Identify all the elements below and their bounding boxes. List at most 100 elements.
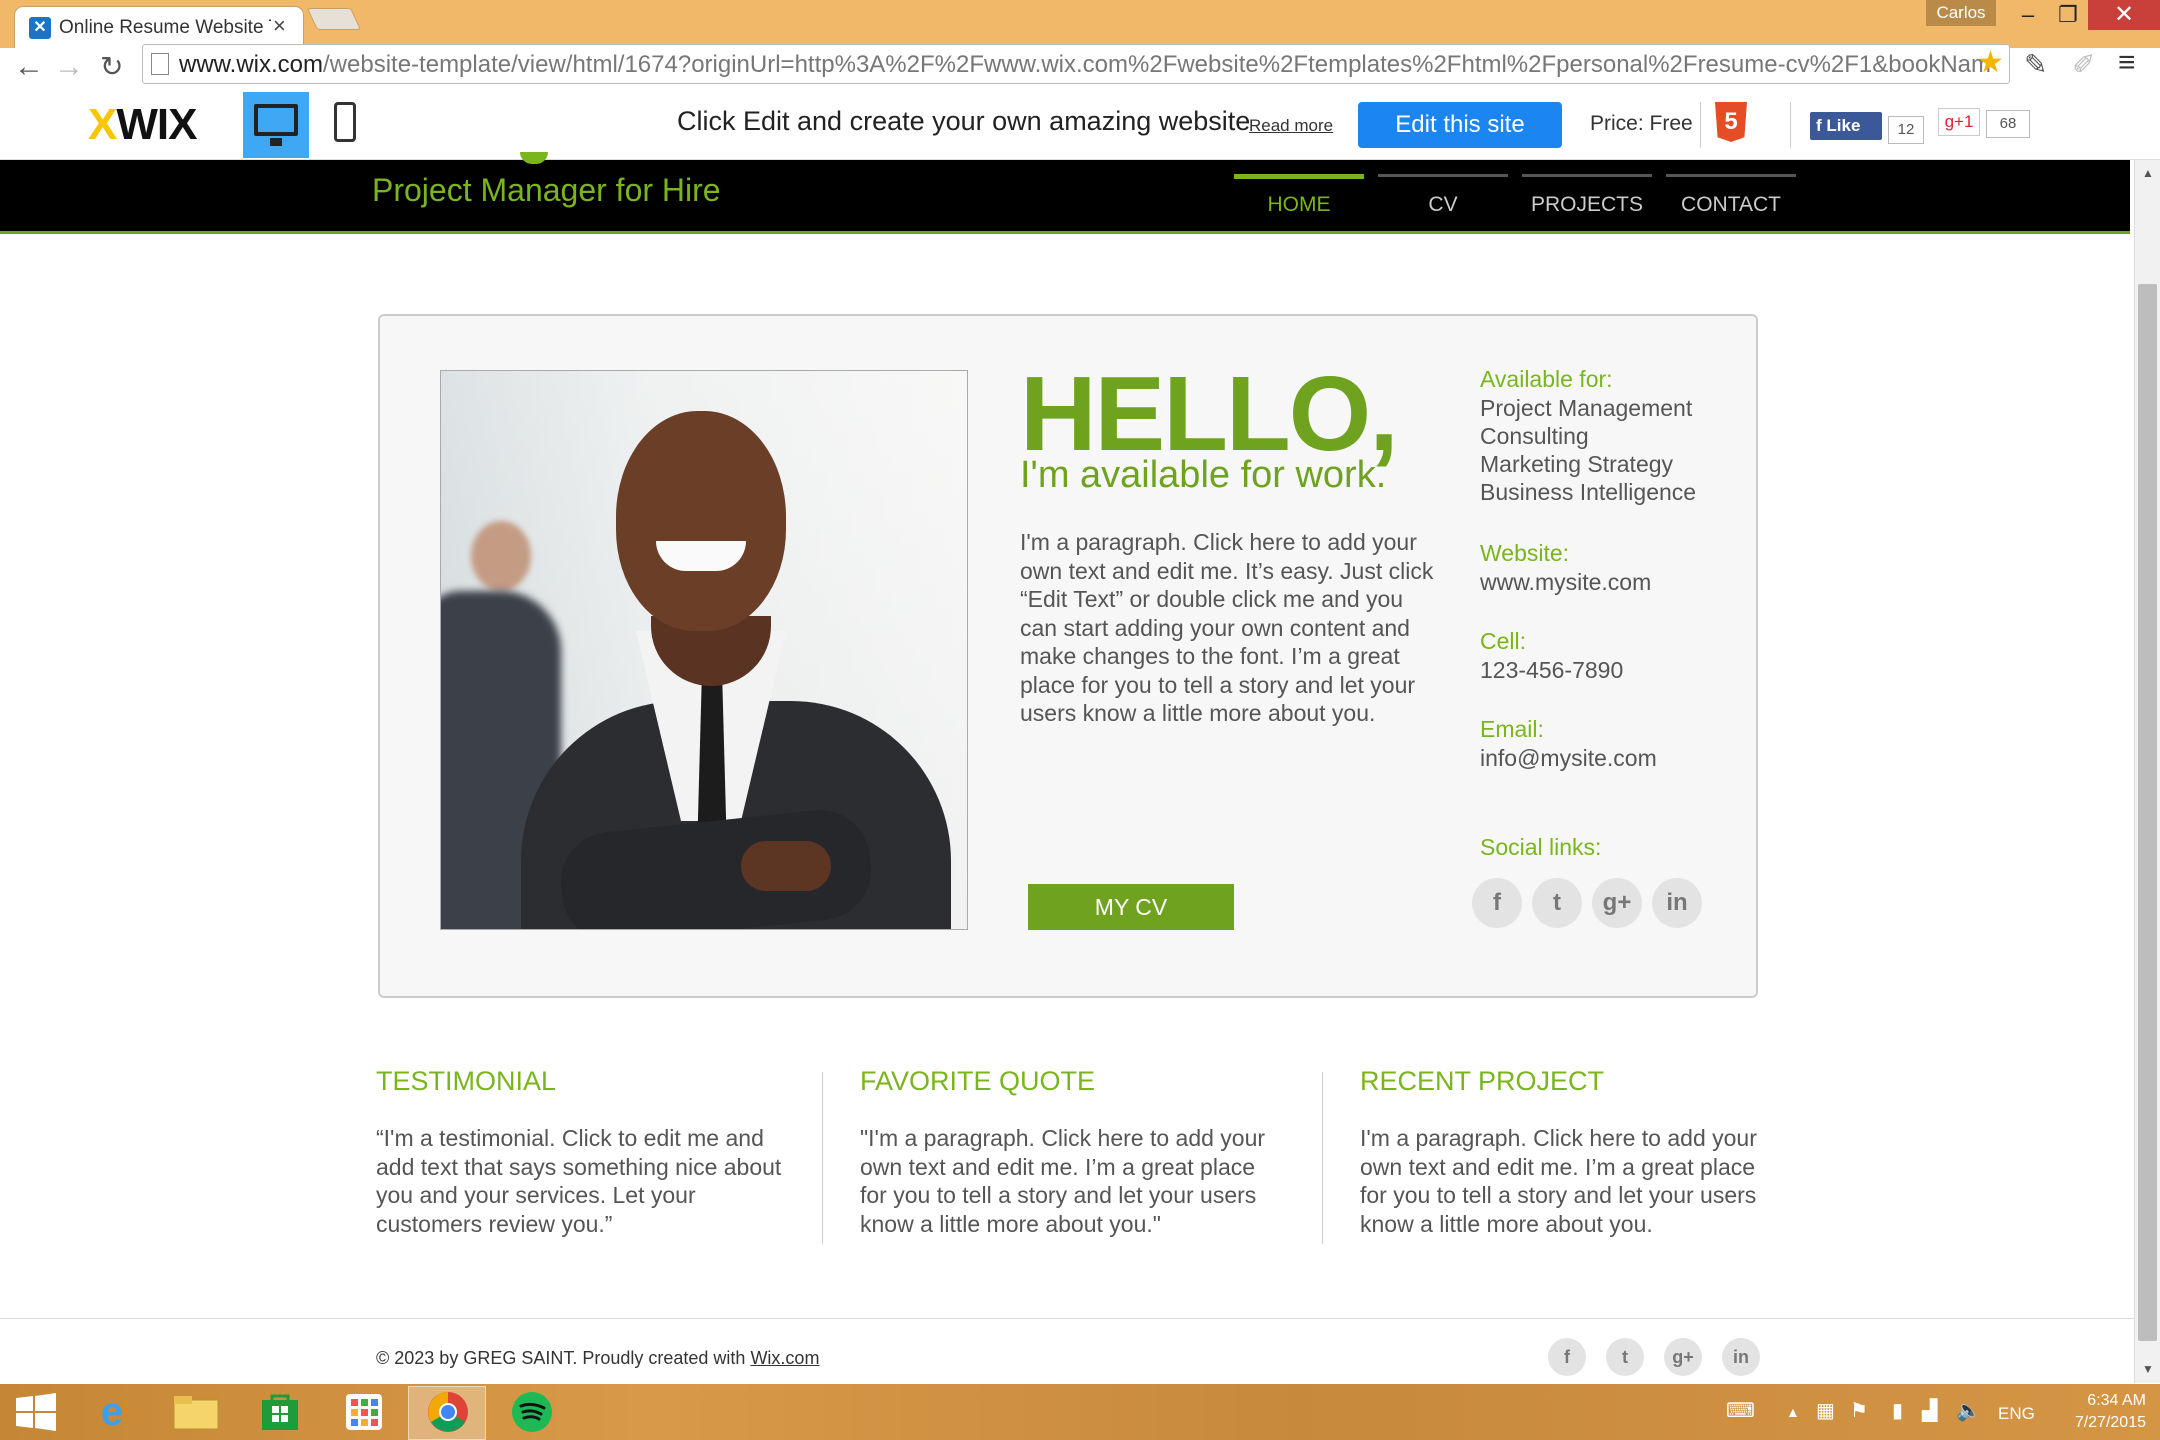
like-count: 12 [1888, 116, 1924, 144]
facebook-like-button[interactable]: f Like [1810, 112, 1882, 140]
price-label: Price: Free [1590, 112, 1693, 135]
twitter-icon[interactable]: t [1532, 878, 1582, 928]
cell-value: 123-456-7890 [1480, 657, 1624, 683]
monitor-icon [254, 104, 298, 136]
available-item: Consulting [1480, 423, 1589, 449]
divider [1790, 102, 1791, 148]
website-value: www.mysite.com [1480, 569, 1652, 595]
quote-text: "I'm a paragraph. Click here to add your… [860, 1125, 1266, 1237]
available-for-label: Available for: [1480, 366, 1613, 392]
my-cv-button[interactable]: MY CV [1028, 884, 1234, 930]
gplus-button[interactable]: g+1 [1938, 108, 1980, 136]
tray-expand-icon[interactable]: ▲ [1786, 1404, 1800, 1420]
store-icon[interactable] [250, 1388, 310, 1436]
monitor-stand [270, 138, 282, 146]
menu-icon[interactable]: ≡ [2118, 46, 2136, 80]
action-center-icon[interactable]: ▦ [1816, 1398, 1835, 1423]
language-indicator[interactable]: ENG [1998, 1404, 2035, 1424]
apps-grid-icon[interactable] [334, 1388, 394, 1436]
availability-subheading: I'm available for work. [1020, 454, 1387, 496]
google-plus-icon[interactable]: g+ [1592, 878, 1642, 928]
recent-project-text: I'm a paragraph. Click here to add your … [1360, 1125, 1757, 1237]
column-divider [822, 1072, 823, 1244]
tab-title: Online Resume Website T [59, 17, 271, 38]
linkedin-icon[interactable]: in [1652, 878, 1702, 928]
site-header: Project Manager for Hire HOME CV PROJECT… [0, 152, 2130, 234]
site-tagline: Project Manager for Hire [372, 172, 721, 208]
edit-site-button[interactable]: Edit this site [1358, 102, 1562, 148]
nav-contact[interactable]: CONTACT [1666, 174, 1796, 217]
footer-divider [0, 1318, 2134, 1319]
nav-projects[interactable]: PROJECTS [1522, 174, 1652, 217]
spotify-icon[interactable] [502, 1388, 562, 1436]
recent-project-title: RECENT PROJECT [1360, 1066, 1605, 1096]
logo-fragment [520, 152, 548, 164]
profile-photo [440, 370, 968, 930]
gplus-count: 68 [1986, 110, 2030, 138]
footer-twitter-icon[interactable]: t [1606, 1338, 1644, 1376]
column-divider [1322, 1072, 1323, 1244]
clock-time: 6:34 AM [2087, 1392, 2146, 1409]
internet-explorer-icon[interactable]: e [82, 1388, 142, 1436]
nav-cv[interactable]: CV [1378, 174, 1508, 217]
page-icon [151, 53, 169, 75]
email-label: Email: [1480, 716, 1544, 742]
mobile-view-icon[interactable] [334, 102, 356, 142]
back-icon[interactable]: ← [14, 50, 44, 84]
promo-text: Click Edit and create your own amazing w… [677, 106, 1251, 136]
url-text[interactable]: www.wix.com/website-template/view/html/1… [179, 51, 1991, 79]
footer-facebook-icon[interactable]: f [1548, 1338, 1586, 1376]
testimonial-text: “I'm a testimonial. Click to edit me and… [376, 1125, 782, 1237]
window-close-icon[interactable]: ✕ [2088, 0, 2160, 30]
facebook-icon[interactable]: f [1472, 878, 1522, 928]
wix-preview-bar: XWIX Click Edit and create your own amaz… [0, 92, 2160, 160]
available-item: Marketing Strategy [1480, 451, 1674, 477]
footer-linkedin-icon[interactable]: in [1722, 1338, 1760, 1376]
flag-icon[interactable]: ⚑ [1850, 1398, 1868, 1423]
divider [1700, 102, 1701, 148]
nav-home[interactable]: HOME [1234, 174, 1364, 217]
volume-icon[interactable]: 🔈 [1956, 1398, 1981, 1423]
windows-taskbar [0, 1384, 2160, 1440]
facebook-icon: f [1816, 116, 1827, 135]
quote-title: FAVORITE QUOTE [860, 1066, 1096, 1096]
battery-icon[interactable]: ▮ [1892, 1398, 1903, 1423]
page-scrollbar[interactable]: ▲ ▼ [2134, 160, 2160, 1383]
windows-start-icon[interactable] [6, 1388, 66, 1436]
available-item: Business Intelligence [1480, 479, 1697, 505]
intro-paragraph: I'm a paragraph. Click here to add your … [1020, 529, 1434, 726]
address-bar[interactable]: www.wix.com/website-template/view/html/1… [142, 44, 2010, 84]
tab-close-icon[interactable]: × [273, 13, 286, 39]
desktop-view-button[interactable] [243, 92, 309, 158]
social-links-label: Social links: [1480, 834, 1602, 860]
scrollbar-thumb[interactable] [2138, 284, 2157, 1341]
website-label: Website: [1480, 540, 1570, 566]
cell-label: Cell: [1480, 628, 1527, 654]
read-more-link[interactable]: Read more [1249, 116, 1333, 136]
bookmark-star-icon[interactable]: ★ [1977, 45, 2004, 80]
footer-copyright: © 2023 by GREG SAINT. Proudly created wi… [376, 1348, 820, 1368]
keyboard-icon[interactable]: ⌨ [1726, 1398, 1755, 1423]
wix-favicon-icon: ✕ [29, 17, 51, 39]
restore-icon[interactable]: ❐ [2044, 0, 2092, 30]
footer-google-plus-icon[interactable]: g+ [1664, 1338, 1702, 1376]
wix-link[interactable]: Wix.com [750, 1348, 819, 1368]
clock-date: 7/27/2015 [2074, 1414, 2146, 1431]
pen-icon[interactable]: ✐ [2072, 48, 2095, 81]
html5-icon: 5 [1715, 102, 1747, 142]
email-value: info@mysite.com [1480, 745, 1657, 771]
reload-icon[interactable]: ↻ [100, 50, 123, 83]
network-icon[interactable]: ▟ [1922, 1398, 1937, 1423]
profile-name[interactable]: Carlos [1926, 0, 1996, 26]
clock[interactable]: 6:34 AM 7/27/2015 [2060, 1390, 2146, 1434]
testimonial-title: TESTIMONIAL [376, 1066, 557, 1096]
forward-icon[interactable]: → [54, 50, 84, 84]
eyedropper-icon[interactable]: ✎ [2024, 48, 2047, 81]
scroll-down-icon[interactable]: ▼ [2142, 1362, 2154, 1376]
file-explorer-icon[interactable] [166, 1388, 226, 1436]
hero-card: HELLO, I'm available for work. I'm a par… [378, 314, 1758, 998]
available-item: Project Management [1480, 395, 1693, 421]
wix-logo[interactable]: XWIX [88, 100, 197, 150]
chrome-icon[interactable] [418, 1388, 478, 1436]
scroll-up-icon[interactable]: ▲ [2142, 166, 2154, 180]
